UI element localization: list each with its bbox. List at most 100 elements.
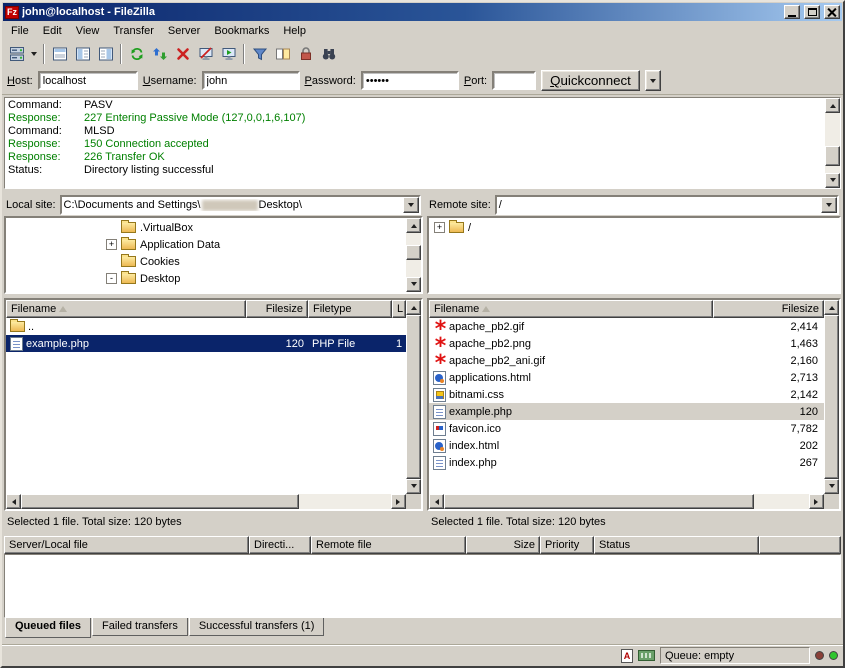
scrollbar-track[interactable]	[825, 113, 840, 173]
scrollbar-track[interactable]	[406, 315, 421, 479]
scroll-up-button[interactable]	[406, 218, 421, 233]
scroll-left-button[interactable]	[6, 494, 21, 509]
scroll-down-button[interactable]	[825, 173, 840, 188]
column-header[interactable]: Filetype	[308, 300, 392, 318]
remote-site-combobox[interactable]: /	[495, 195, 839, 215]
site-manager-button[interactable]	[5, 43, 28, 65]
tree-item[interactable]: + Application Data	[6, 236, 406, 253]
disconnect-button[interactable]	[194, 43, 217, 65]
column-header[interactable]: Size	[466, 536, 540, 554]
local-list-vscrollbar[interactable]	[406, 300, 421, 494]
column-header[interactable]: Filename	[6, 300, 246, 318]
file-row[interactable]: favicon.ico 7,782	[429, 420, 824, 437]
remote-list-vscrollbar[interactable]	[824, 300, 839, 494]
local-tree-scrollbar[interactable]	[406, 218, 421, 292]
file-row[interactable]: index.html 202	[429, 437, 824, 454]
local-list-hscrollbar[interactable]	[6, 494, 406, 509]
refresh-button[interactable]	[125, 43, 148, 65]
scroll-right-button[interactable]	[391, 494, 406, 509]
file-row[interactable]: ..	[6, 318, 406, 335]
file-row[interactable]: apache_pb2.gif 2,414	[429, 318, 824, 335]
queue-tab[interactable]: Successful transfers (1)	[189, 618, 325, 636]
column-header[interactable]: L	[392, 300, 406, 318]
local-site-dropdown-button[interactable]	[403, 197, 419, 213]
toggle-remote-tree-button[interactable]	[94, 43, 117, 65]
password-input[interactable]	[361, 71, 459, 90]
find-files-button[interactable]	[317, 43, 340, 65]
data-type-indicator-icon[interactable]	[621, 649, 633, 663]
quickconnect-dropdown-button[interactable]	[645, 70, 661, 91]
connection-indicator-icon[interactable]	[638, 650, 655, 661]
remote-site-dropdown-button[interactable]	[821, 197, 837, 213]
file-row[interactable]: apache_pb2.png 1,463	[429, 335, 824, 352]
menu-item[interactable]: Help	[276, 22, 313, 40]
close-button[interactable]	[824, 5, 840, 19]
host-input[interactable]	[38, 71, 138, 90]
toggle-message-log-button[interactable]	[48, 43, 71, 65]
filename-filters-button[interactable]	[248, 43, 271, 65]
column-header[interactable]: Filename	[429, 300, 713, 318]
username-input[interactable]	[202, 71, 300, 90]
synchronized-browsing-button[interactable]	[294, 43, 317, 65]
file-row[interactable]: example.php 120	[429, 403, 824, 420]
title-bar[interactable]: Fz john@localhost - FileZilla	[3, 3, 842, 21]
menu-item[interactable]: View	[69, 22, 107, 40]
site-manager-dropdown-button[interactable]	[28, 43, 40, 65]
tree-expander[interactable]: +	[106, 239, 117, 250]
queue-tab[interactable]: Queued files	[5, 618, 91, 638]
scrollbar-track[interactable]	[444, 494, 809, 509]
toggle-local-tree-button[interactable]	[71, 43, 94, 65]
scrollbar-thumb[interactable]	[825, 146, 840, 166]
scrollbar-thumb[interactable]	[406, 315, 421, 479]
scrollbar-thumb[interactable]	[406, 245, 421, 260]
column-header[interactable]	[759, 536, 841, 554]
column-header[interactable]: Filesize	[713, 300, 824, 318]
port-input[interactable]	[492, 71, 536, 90]
tree-item[interactable]: Cookies	[6, 253, 406, 270]
scrollbar-thumb[interactable]	[824, 315, 839, 479]
local-site-combobox[interactable]: C:\Documents and Settings\ Desktop\	[60, 195, 421, 215]
reconnect-button[interactable]	[217, 43, 240, 65]
message-log-scrollbar[interactable]	[825, 98, 840, 188]
directory-comparison-button[interactable]	[271, 43, 294, 65]
file-row[interactable]: bitnami.css 2,142	[429, 386, 824, 403]
scroll-right-button[interactable]	[809, 494, 824, 509]
scroll-up-button[interactable]	[825, 98, 840, 113]
tree-expander[interactable]: +	[434, 222, 445, 233]
scroll-up-button[interactable]	[824, 300, 839, 315]
scroll-up-button[interactable]	[406, 300, 421, 315]
column-header[interactable]: Status	[594, 536, 759, 554]
scroll-left-button[interactable]	[429, 494, 444, 509]
tree-expander[interactable]: -	[106, 273, 117, 284]
menu-item[interactable]: Bookmarks	[207, 22, 276, 40]
menu-item[interactable]: Server	[161, 22, 207, 40]
scrollbar-track[interactable]	[824, 315, 839, 479]
scrollbar-thumb[interactable]	[444, 494, 754, 509]
column-header[interactable]: Server/Local file	[4, 536, 249, 554]
file-row[interactable]: applications.html 2,713	[429, 369, 824, 386]
scroll-down-button[interactable]	[406, 479, 421, 494]
tree-item[interactable]: - Desktop	[6, 270, 406, 287]
file-row[interactable]: example.php 120 PHP File 1	[6, 335, 406, 352]
column-header[interactable]: Priority	[540, 536, 594, 554]
file-row[interactable]: apache_pb2_ani.gif 2,160	[429, 352, 824, 369]
remote-list-hscrollbar[interactable]	[429, 494, 824, 509]
process-queue-button[interactable]	[148, 43, 171, 65]
tree-item[interactable]: .VirtualBox	[6, 219, 406, 236]
scrollbar-thumb[interactable]	[21, 494, 299, 509]
scroll-down-button[interactable]	[824, 479, 839, 494]
scroll-down-button[interactable]	[406, 277, 421, 292]
scrollbar-track[interactable]	[21, 494, 391, 509]
minimize-button[interactable]	[784, 5, 800, 19]
column-header[interactable]: Filesize	[246, 300, 308, 318]
quickconnect-button[interactable]: Quickconnect	[541, 70, 640, 91]
file-row[interactable]: index.php 267	[429, 454, 824, 471]
menu-item[interactable]: Transfer	[106, 22, 161, 40]
cancel-button[interactable]	[171, 43, 194, 65]
column-header[interactable]: Directi...	[249, 536, 311, 554]
column-header[interactable]: Remote file	[311, 536, 466, 554]
scrollbar-track[interactable]	[406, 233, 421, 277]
menu-item[interactable]: Edit	[36, 22, 69, 40]
tree-item[interactable]: + /	[429, 219, 839, 236]
maximize-button[interactable]	[804, 5, 820, 19]
